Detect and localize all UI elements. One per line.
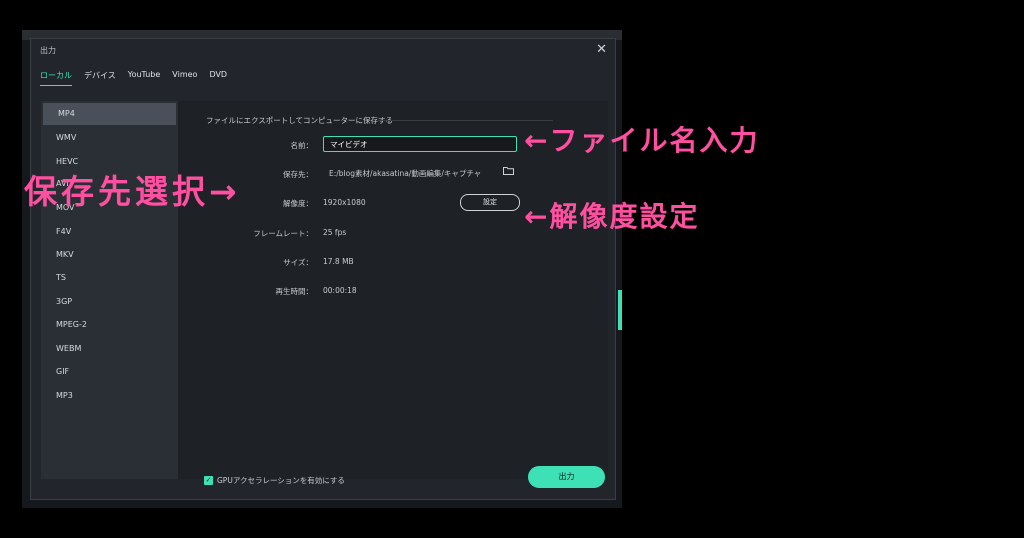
gpu-checkbox-label: GPUアクセラレーションを有効にする	[217, 476, 345, 485]
annotation-savepath: 保存先選択→	[24, 172, 241, 211]
name-input[interactable]	[323, 136, 517, 152]
export-tabs: ローカル デバイス YouTube Vimeo DVD	[40, 70, 239, 86]
folder-icon[interactable]	[498, 163, 518, 181]
format-item-gif[interactable]: GIF	[41, 361, 176, 383]
resolution-label: 解像度：	[283, 199, 313, 208]
format-item-wmv[interactable]: WMV	[41, 127, 176, 149]
tab-dvd[interactable]: DVD	[209, 70, 227, 86]
name-label: 名前：	[290, 141, 314, 150]
gpu-acceleration-option: ✓ GPUアクセラレーションを有効にする	[204, 475, 345, 486]
framerate-value: 25 fps	[323, 228, 347, 237]
size-label: サイズ：	[283, 258, 313, 267]
save-location-path[interactable]: E:/blog素材/akasatina/動画編集/キャプチャ	[323, 165, 493, 181]
export-button[interactable]: 出力	[528, 466, 605, 488]
format-item-mkv[interactable]: MKV	[41, 244, 176, 266]
format-item-3gp[interactable]: 3GP	[41, 291, 176, 313]
format-list: MP4 WMV HEVC AVI MOV F4V MKV TS 3GP MPEG…	[41, 101, 178, 479]
background-accent-strip	[618, 290, 622, 330]
format-item-mp3[interactable]: MP3	[41, 385, 176, 407]
size-value: 17.8 MB	[323, 257, 354, 266]
format-item-webm[interactable]: WEBM	[41, 338, 176, 360]
resolution-settings-button[interactable]: 設定	[460, 194, 520, 211]
export-dialog: 出力 ✕ ローカル デバイス YouTube Vimeo DVD MP4 WMV…	[30, 38, 616, 500]
format-item-f4v[interactable]: F4V	[41, 221, 176, 243]
tab-local[interactable]: ローカル	[40, 70, 72, 86]
annotation-resolution: ←解像度設定	[524, 200, 700, 233]
dialog-title: 出力	[40, 46, 56, 55]
format-item-mp4[interactable]: MP4	[43, 103, 176, 125]
tab-vimeo[interactable]: Vimeo	[172, 70, 197, 86]
annotation-filename: ←ファイル名入力	[524, 124, 760, 157]
resolution-value: 1920x1080	[323, 198, 366, 207]
format-item-ts[interactable]: TS	[41, 267, 176, 289]
save-location-label: 保存先：	[283, 170, 313, 179]
duration-label: 再生時間：	[275, 287, 314, 296]
framerate-label: フレームレート：	[253, 229, 313, 238]
close-icon[interactable]: ✕	[596, 42, 607, 57]
gpu-checkbox[interactable]: ✓	[204, 476, 213, 485]
tab-device[interactable]: デバイス	[84, 70, 116, 86]
duration-value: 00:00:18	[323, 286, 357, 295]
format-item-mpeg2[interactable]: MPEG-2	[41, 314, 176, 336]
section-title: ファイルにエクスポートしてコンピューターに保存する	[206, 116, 394, 125]
tab-youtube[interactable]: YouTube	[128, 70, 161, 86]
